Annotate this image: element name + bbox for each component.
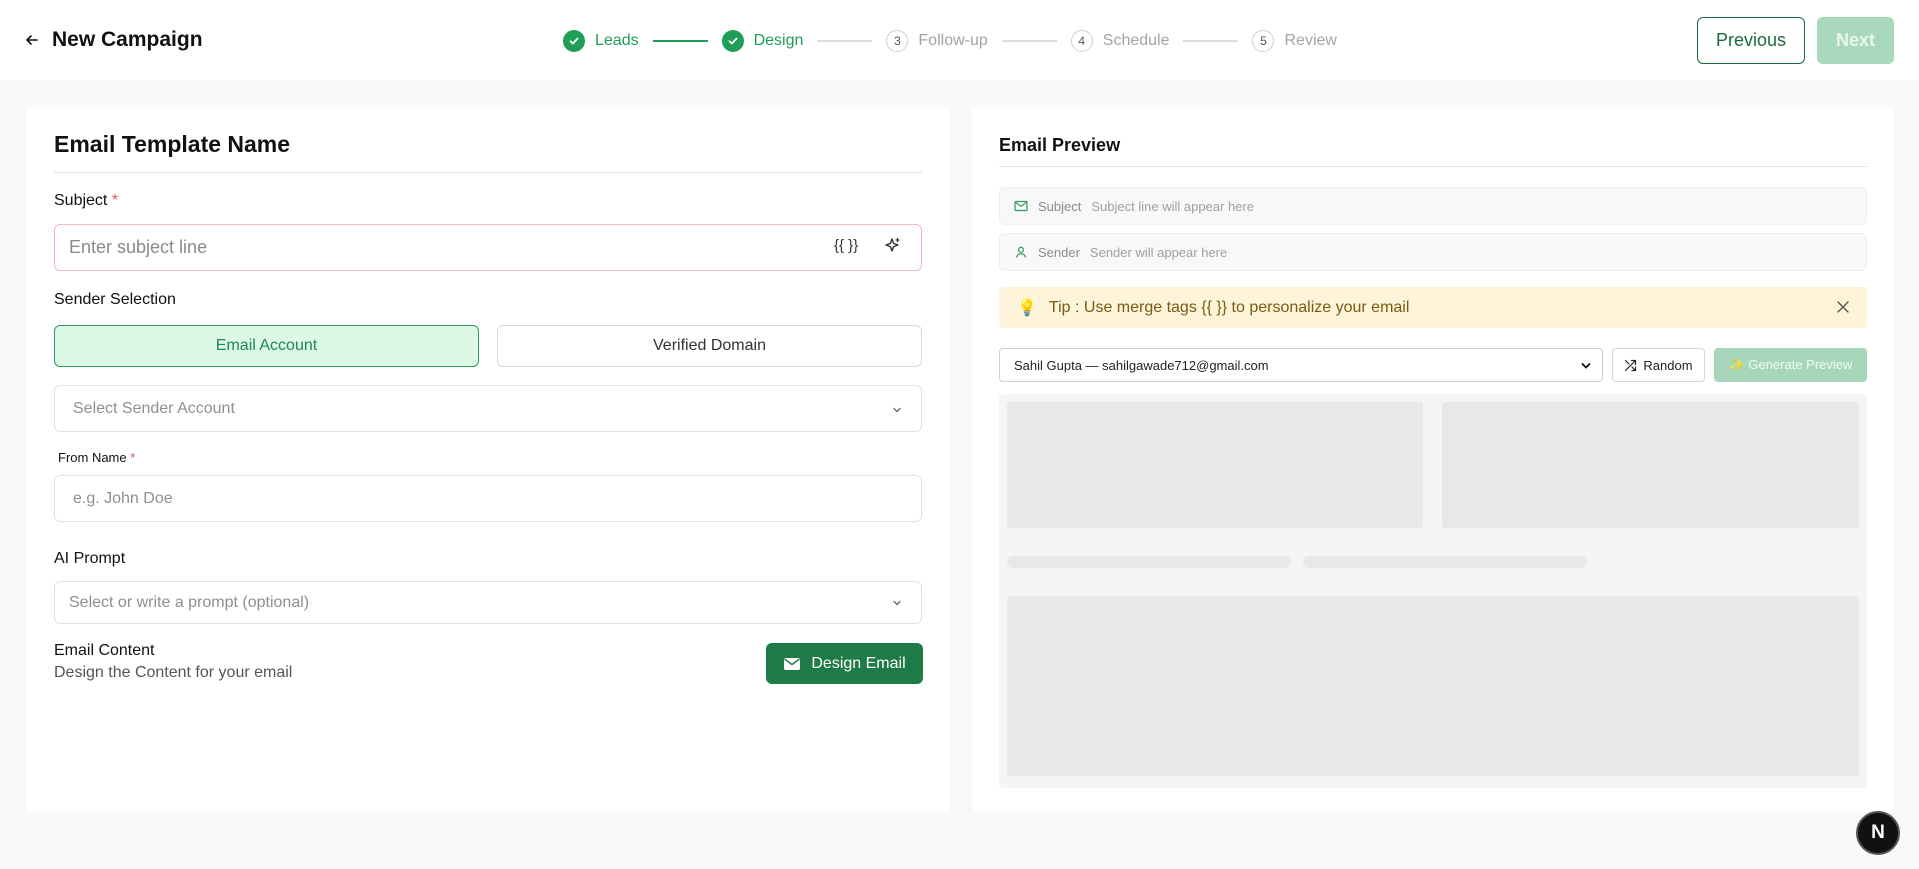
subject-input[interactable]: Enter subject line {{ }} (54, 224, 922, 271)
step-design[interactable]: Design (721, 30, 804, 52)
step-number: 4 (1070, 30, 1093, 52)
subject-placeholder: Enter subject line (69, 237, 208, 257)
user-icon (1015, 246, 1027, 258)
ai-prompt-select[interactable]: Select or write a prompt (optional) (54, 581, 922, 624)
required-marker: * (130, 450, 136, 465)
shuffle-icon (1625, 359, 1637, 371)
lead-select[interactable]: Sahil Gupta — sahilgawade712@gmail.com (999, 348, 1603, 382)
step-leads[interactable]: Leads (563, 30, 639, 52)
step-complete-badge (563, 30, 585, 52)
ai-prompt-label: AI Prompt (54, 550, 126, 567)
top-bar: New Campaign Leads Design 3 Follow-up 4 … (0, 0, 1919, 80)
chevron-down-icon (1581, 363, 1591, 369)
step-complete-badge (721, 30, 744, 52)
sparkle-icon[interactable] (882, 236, 902, 256)
sender-account-placeholder: Select Sender Account (73, 400, 235, 417)
preview-subject-key: Subject (1038, 198, 1082, 214)
divider (999, 166, 1867, 167)
step-label: Schedule (1102, 32, 1170, 49)
preview-subject-row: Subject Subject line will appear here (999, 187, 1867, 225)
email-content-title: Email Content (54, 642, 155, 659)
required-marker: * (111, 192, 119, 209)
random-label: Random (1643, 357, 1693, 373)
sender-selection-label: Sender Selection (54, 291, 176, 308)
generate-preview-button[interactable]: ✨ Generate Preview (1714, 348, 1867, 382)
skeleton-line (1007, 556, 1291, 568)
step-connector (817, 40, 873, 42)
email-preview-panel: Email Preview Subject Subject line will … (972, 107, 1893, 812)
design-email-label: Design Email (811, 654, 906, 672)
preview-title: Email Preview (999, 135, 1121, 155)
step-number: 5 (1252, 30, 1275, 52)
skeleton-block (1442, 402, 1859, 528)
merge-tag-tip: 💡 Tip : Use merge tags {{ }} to personal… (999, 287, 1867, 328)
subject-label: Subject * (54, 192, 118, 210)
back-button[interactable]: New Campaign (24, 28, 203, 52)
skeleton-block (1007, 596, 1859, 776)
step-number: 3 (886, 30, 909, 52)
ai-prompt-placeholder: Select or write a prompt (optional) (69, 594, 310, 611)
step-label: Leads (595, 32, 639, 49)
step-connector (1183, 40, 1239, 42)
subject-label-text: Subject (54, 192, 108, 209)
template-name-heading[interactable]: Email Template Name (54, 131, 290, 158)
step-schedule[interactable]: 4 Schedule (1070, 30, 1170, 52)
from-name-label-text: From Name (58, 450, 127, 465)
step-connector (652, 40, 708, 42)
chevron-down-icon (893, 407, 901, 413)
preview-sender-row: Sender Sender will appear here (999, 233, 1867, 271)
divider (54, 172, 922, 173)
step-label: Review (1284, 32, 1337, 49)
mail-icon (1014, 200, 1028, 212)
app-badge[interactable]: N (1856, 811, 1900, 855)
previous-button[interactable]: Previous (1697, 17, 1805, 64)
template-form-panel: Email Template Name Subject * Enter subj… (27, 107, 949, 812)
mail-icon (784, 657, 801, 670)
email-content-subtitle: Design the Content for your email (54, 664, 293, 681)
random-lead-button[interactable]: Random (1612, 348, 1705, 382)
check-icon (569, 37, 579, 45)
preview-sender-key: Sender (1038, 244, 1080, 260)
verified-domain-option[interactable]: Verified Domain (497, 325, 922, 367)
close-icon[interactable] (1835, 299, 1851, 315)
design-email-button[interactable]: Design Email (766, 643, 923, 684)
skeleton-line (1303, 556, 1587, 568)
campaign-stepper: Leads Design 3 Follow-up 4 Schedule 5 Re… (563, 29, 1337, 53)
email-account-option[interactable]: Email Account (54, 325, 479, 367)
step-follow-up[interactable]: 3 Follow-up (886, 30, 988, 52)
from-name-label: From Name * (58, 450, 135, 465)
from-name-input[interactable]: e.g. John Doe (54, 475, 922, 522)
step-label: Design (753, 32, 804, 49)
check-icon (728, 37, 737, 45)
back-arrow-icon (26, 35, 38, 45)
sender-account-select[interactable]: Select Sender Account (54, 385, 922, 432)
next-button[interactable]: Next (1817, 17, 1894, 64)
preview-loading-skeleton (999, 394, 1867, 788)
merge-tag-button[interactable]: {{ }} (834, 237, 858, 254)
tip-text: Tip : Use merge tags {{ }} to personaliz… (1048, 298, 1410, 316)
lightbulb-icon: 💡 (1017, 299, 1037, 317)
step-label: Follow-up (918, 32, 988, 49)
preview-sender-value: Sender will appear here (1089, 244, 1228, 260)
from-name-placeholder: e.g. John Doe (73, 490, 173, 507)
step-connector (1001, 40, 1057, 42)
step-review[interactable]: 5 Review (1252, 30, 1337, 52)
skeleton-block (1007, 402, 1423, 528)
preview-subject-value: Subject line will appear here (1091, 198, 1254, 214)
page-title: New Campaign (52, 28, 203, 51)
chevron-down-icon (893, 600, 901, 606)
lead-select-value: Sahil Gupta — sahilgawade712@gmail.com (1014, 357, 1269, 373)
